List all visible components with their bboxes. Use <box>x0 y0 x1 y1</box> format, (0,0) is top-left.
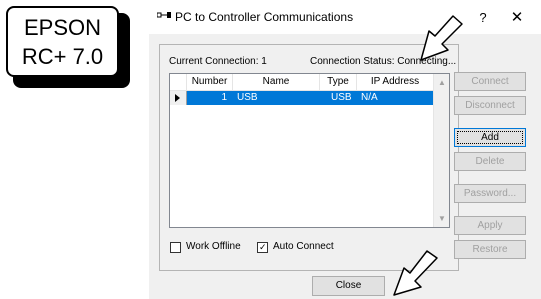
header-number[interactable]: Number <box>187 74 233 91</box>
header-indicator <box>170 74 187 91</box>
close-window-button[interactable]: ✕ <box>504 7 530 29</box>
apply-button[interactable]: Apply <box>454 216 526 235</box>
connect-button[interactable]: Connect <box>454 72 526 91</box>
connection-icon <box>157 12 171 18</box>
header-name[interactable]: Name <box>233 74 320 91</box>
cell-ip: N/A <box>361 92 378 103</box>
communications-dialog: PC to Controller Communications ? ✕ Curr… <box>149 0 541 299</box>
restore-button[interactable]: Restore <box>454 240 526 259</box>
scroll-up-icon[interactable]: ▲ <box>438 78 446 87</box>
table-scrollbar[interactable]: ▲ ▼ <box>433 74 449 227</box>
auto-connect-label[interactable]: Auto Connect <box>273 241 334 252</box>
current-connection-label: Current Connection: 1 <box>169 56 267 67</box>
row-selector[interactable] <box>170 91 187 105</box>
auto-connect-checkbox[interactable]: ✓ <box>257 242 268 253</box>
work-offline-checkbox[interactable] <box>170 242 181 253</box>
header-type[interactable]: Type <box>320 74 357 91</box>
header-ip-address[interactable]: IP Address <box>357 74 434 91</box>
add-button[interactable]: Add <box>454 128 526 147</box>
cell-number: 1 <box>221 92 227 103</box>
help-button[interactable]: ? <box>471 7 495 29</box>
current-row-arrow-icon <box>175 94 180 102</box>
close-button[interactable]: Close <box>312 276 385 296</box>
scroll-down-icon[interactable]: ▼ <box>438 214 446 223</box>
status-pointer-arrow-icon <box>420 15 463 61</box>
delete-button[interactable]: Delete <box>454 152 526 171</box>
cell-name: USB <box>237 92 258 103</box>
title-bar: PC to Controller Communications ? ✕ <box>149 0 541 34</box>
connections-table[interactable]: Number Name Type IP Address 1 USB USB N/… <box>169 73 450 228</box>
window-title: PC to Controller Communications <box>175 10 354 24</box>
checkmark-icon: ✓ <box>259 242 267 252</box>
work-offline-label[interactable]: Work Offline <box>186 241 241 252</box>
badge-line-1: EPSON <box>23 15 102 40</box>
table-row[interactable]: 1 USB USB N/A <box>170 91 434 105</box>
badge-box: EPSON RC+ 7.0 <box>6 6 119 77</box>
cell-type: USB <box>331 92 352 103</box>
password-button[interactable]: Password... <box>454 184 526 203</box>
close-pointer-arrow-icon <box>393 250 438 296</box>
disconnect-button[interactable]: Disconnect <box>454 96 526 115</box>
badge-line-2: RC+ 7.0 <box>21 44 104 69</box>
